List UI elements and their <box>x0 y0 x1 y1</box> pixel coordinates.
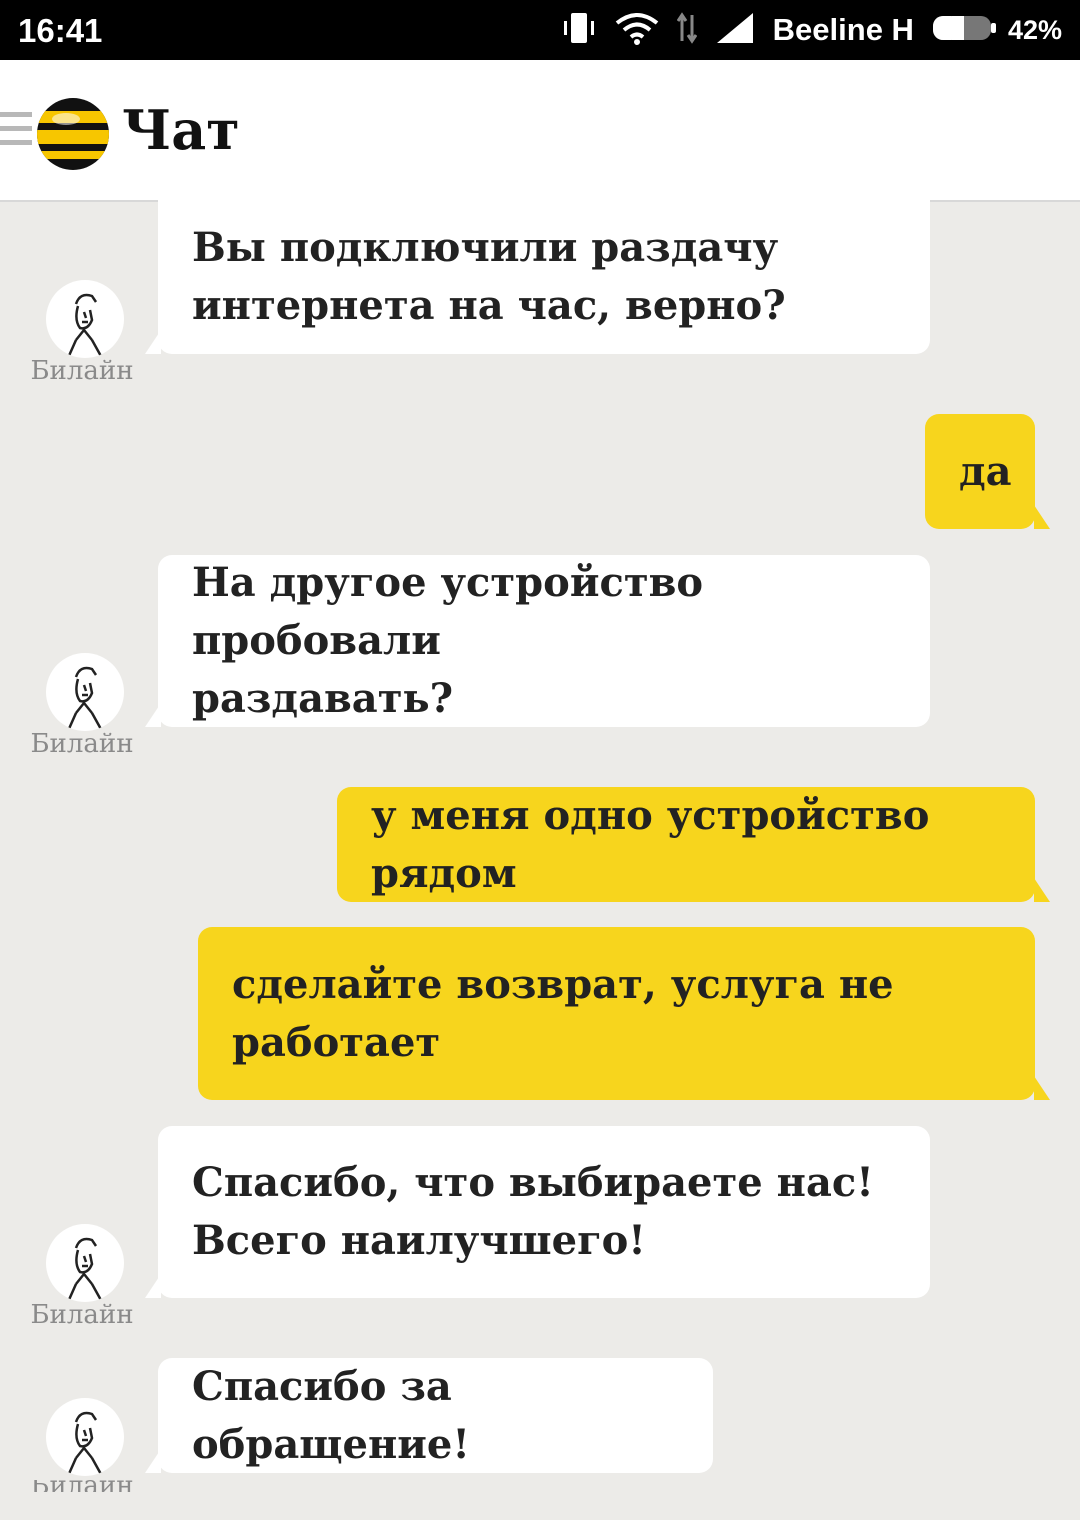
vibrate-icon <box>561 10 597 51</box>
bubble-tail <box>145 1274 161 1298</box>
status-time: 16:41 <box>18 12 103 49</box>
message-text: Вы подключили раздачу интернета на час, … <box>192 224 786 329</box>
avatar <box>46 1224 124 1302</box>
message-text: у меня одно устройство рядом <box>371 791 930 897</box>
wifi-icon <box>615 11 659 50</box>
data-arrows-icon <box>676 11 697 50</box>
author-label: Билайн <box>27 1480 137 1492</box>
signal-icon <box>715 11 755 50</box>
message-text: да <box>959 447 1012 495</box>
page-title: Чат <box>122 98 240 162</box>
carrier-name: Beeline H <box>772 12 914 47</box>
bubble-tail <box>145 330 161 354</box>
author-label: Билайн <box>30 729 134 759</box>
message-bubble: сделайте возврат, услуга не работает <box>198 927 1035 1100</box>
message-bubble: да <box>925 414 1035 529</box>
message-bubble: Спасибо за обращение! <box>158 1358 713 1473</box>
author-label: Билайн <box>30 356 134 386</box>
message-bubble: На другое устройство пробовали раздавать… <box>158 555 930 727</box>
author-label: Билайн <box>30 1300 134 1330</box>
battery-icon <box>932 13 998 48</box>
menu-icon[interactable] <box>0 112 32 156</box>
message-text: На другое устройство пробовали раздавать… <box>192 559 704 722</box>
avatar <box>46 1398 124 1476</box>
status-icons: Beeline H 42% <box>561 10 1062 51</box>
avatar <box>46 280 124 358</box>
message-text: Спасибо за обращение! <box>192 1362 470 1468</box>
bubble-tail <box>145 1449 161 1473</box>
message-bubble: Спасибо, что выбираете нас! Всего наилуч… <box>158 1126 930 1298</box>
avatar <box>46 653 124 731</box>
message-text: сделайте возврат, услуга не работает <box>232 960 894 1066</box>
message-bubble: Вы подключили раздачу интернета на час, … <box>158 180 930 354</box>
message-text: Спасибо, что выбираете нас! Всего наилуч… <box>192 1159 874 1264</box>
message-bubble: у меня одно устройство рядом <box>337 787 1035 902</box>
beeline-logo <box>36 97 110 171</box>
status-bar: 16:41 Beeline H 42% <box>0 0 1080 60</box>
bubble-tail <box>1034 878 1050 902</box>
bubble-tail <box>1034 1076 1050 1100</box>
bubble-tail <box>145 703 161 727</box>
bubble-tail <box>1034 505 1050 529</box>
battery-percent: 42% <box>1007 14 1062 45</box>
